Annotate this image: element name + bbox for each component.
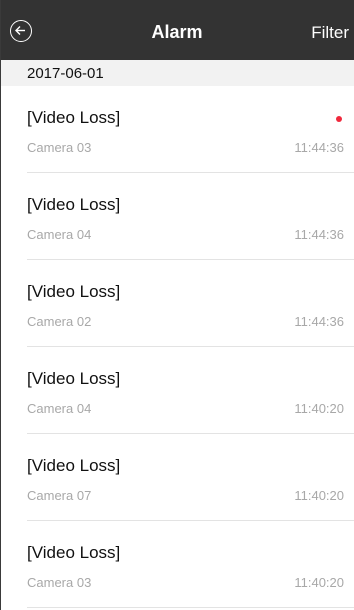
alarm-type: [Video Loss] [27, 456, 121, 475]
alarm-time: 11:44:36 [294, 140, 344, 155]
alarm-row[interactable]: [Video Loss] Camera 07 11:40:20 [0, 434, 354, 521]
alarm-camera: Camera 03 [27, 575, 92, 590]
alarm-row[interactable]: [Video Loss] Camera 04 11:44:36 [0, 173, 354, 260]
nav-bar: Alarm Filter [0, 0, 354, 60]
alarm-camera: Camera 04 [27, 401, 92, 416]
alarm-type: [Video Loss] [27, 108, 121, 127]
alarm-type: [Video Loss] [27, 282, 121, 301]
date-label: 2017-06-01 [27, 65, 104, 82]
unread-indicator [336, 116, 342, 122]
alarm-time: 11:44:36 [294, 314, 344, 329]
window-edge [0, 0, 1, 610]
alarm-time: 11:40:20 [294, 401, 344, 416]
alarm-row[interactable]: [Video Loss] Camera 03 11:40:20 [0, 521, 354, 608]
alarm-time: 11:40:20 [294, 488, 344, 503]
alarm-row[interactable]: [Video Loss] Camera 03 11:44:36 [0, 86, 354, 173]
filter-button[interactable]: Filter [311, 23, 349, 43]
alarm-time: 11:40:20 [294, 575, 344, 590]
alarm-list: [Video Loss] Camera 03 11:44:36 [Video L… [0, 86, 354, 608]
alarm-type: [Video Loss] [27, 543, 121, 562]
alarm-type: [Video Loss] [27, 369, 121, 388]
alarm-camera: Camera 02 [27, 314, 92, 329]
alarm-camera: Camera 07 [27, 488, 92, 503]
alarm-row[interactable]: [Video Loss] Camera 02 11:44:36 [0, 260, 354, 347]
back-button[interactable] [10, 20, 32, 42]
page-title: Alarm [151, 22, 203, 42]
alarm-camera: Camera 03 [27, 140, 92, 155]
date-section-header: 2017-06-01 [0, 60, 354, 86]
alarm-camera: Camera 04 [27, 227, 92, 242]
alarm-time: 11:44:36 [294, 227, 344, 242]
alarm-type: [Video Loss] [27, 195, 121, 214]
back-arrow-icon [15, 26, 25, 35]
alarm-row[interactable]: [Video Loss] Camera 04 11:40:20 [0, 347, 354, 434]
